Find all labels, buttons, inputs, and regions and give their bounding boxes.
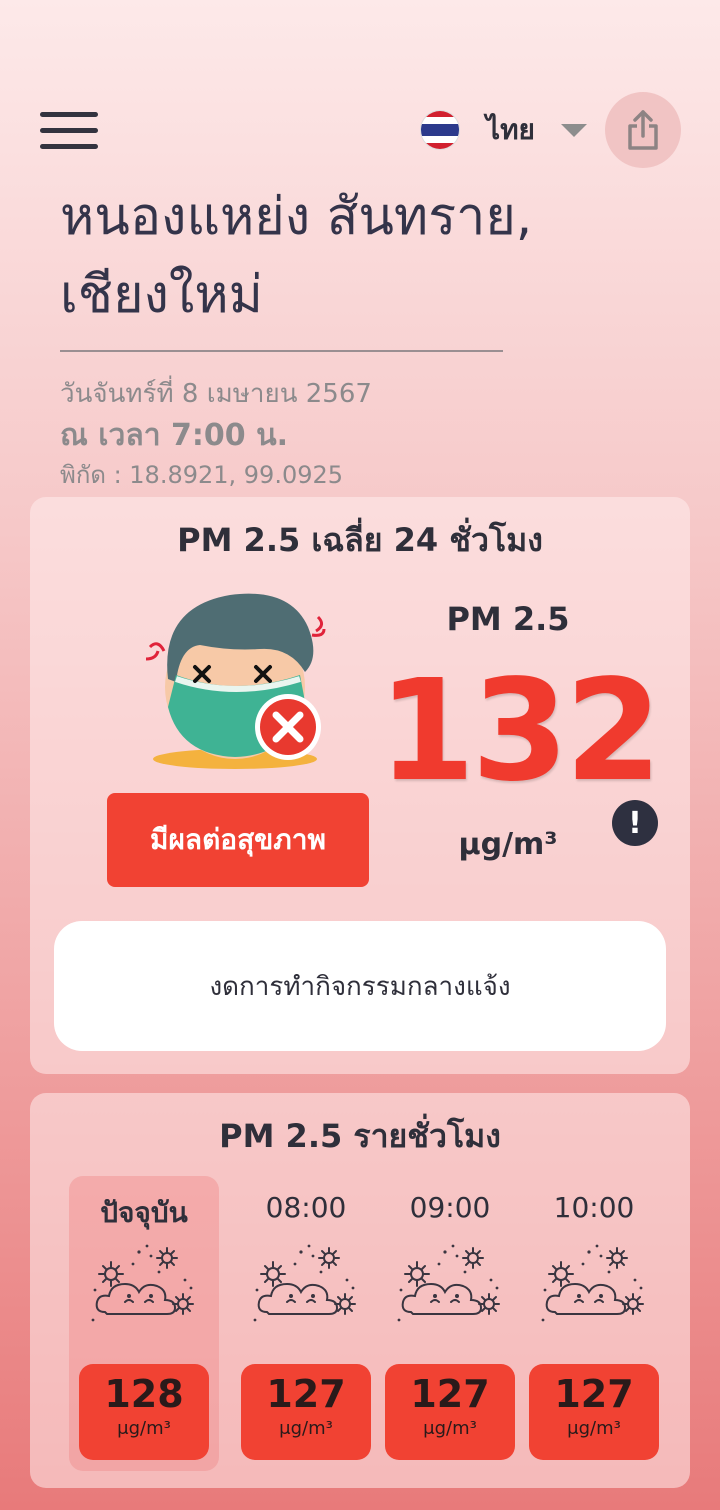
location-line-1: หนองแหย่ง สันทราย, [60, 187, 533, 247]
haze-cloud-icon [396, 1244, 500, 1323]
hour-badge: 127 μg/m³ [241, 1364, 371, 1460]
hour-badge: 127 μg/m³ [529, 1364, 659, 1460]
menu-icon[interactable] [40, 112, 98, 152]
time-text: ณ เวลา 7:00 น. [60, 418, 289, 453]
top-bar: ไทย [0, 90, 720, 170]
hour-value: 127 [410, 1372, 490, 1416]
haze-cloud-icon [252, 1244, 356, 1323]
hour-label: ปัจจุบัน [100, 1196, 188, 1229]
hour-unit: μg/m³ [423, 1418, 477, 1439]
hourly-item-current[interactable]: ปัจจุบัน 128 μg/m³ [69, 1176, 219, 1471]
hour-unit: μg/m³ [279, 1418, 333, 1439]
location-title: หนองแหย่ง สันทราย, เชียงใหม่ [60, 178, 660, 334]
advice-box: งดการทำกิจกรรมกลางแจ้ง [54, 921, 666, 1051]
haze-cloud-icon [90, 1244, 194, 1323]
language-label: ไทย [486, 113, 535, 146]
daily-pm-card: PM 2.5 เฉลี่ย 24 ชั่วโมง มีผลต่อสุขภาพ P… [30, 497, 690, 1074]
thai-flag-icon [420, 110, 460, 150]
location-line-2: เชียงใหม่ [60, 265, 263, 325]
hour-value: 128 [104, 1372, 184, 1416]
share-button[interactable] [605, 92, 681, 168]
haze-cloud-icon [540, 1244, 644, 1323]
hourly-item-0900[interactable]: 09:00 127 μg/m³ [375, 1176, 525, 1471]
share-icon [628, 110, 658, 150]
info-icon[interactable]: ! [612, 800, 658, 846]
hour-label: 10:00 [553, 1191, 635, 1224]
advice-text: งดการทำกิจกรรมกลางแจ้ง [209, 971, 511, 1002]
daily-card-title: PM 2.5 เฉลี่ย 24 ชั่วโมง [177, 521, 543, 559]
divider [60, 350, 503, 352]
date-text: วันจันทร์ที่ 8 เมษายน 2567 [60, 379, 372, 409]
hour-badge: 127 μg/m³ [385, 1364, 515, 1460]
hour-unit: μg/m³ [567, 1418, 621, 1439]
hourly-card-title: PM 2.5 รายชั่วโมง [219, 1117, 501, 1155]
hourly-item-0800[interactable]: 08:00 127 μg/m³ [231, 1176, 381, 1471]
health-status-button[interactable]: มีผลต่อสุขภาพ [107, 793, 369, 887]
hour-label: 09:00 [409, 1191, 491, 1224]
masked-face-icon [145, 593, 326, 769]
hour-badge: 128 μg/m³ [79, 1364, 209, 1460]
language-selector[interactable]: ไทย [420, 108, 587, 152]
hour-label: 08:00 [265, 1191, 347, 1224]
hour-value: 127 [266, 1372, 346, 1416]
pm-value: 132 [378, 650, 662, 813]
hourly-pm-card: PM 2.5 รายชั่วโมง ปัจจุบัน 128 μg/m³ 08:… [30, 1093, 690, 1488]
coordinates-text: พิกัด : 18.8921, 99.0925 [60, 461, 344, 489]
chevron-down-icon [560, 123, 587, 137]
pm-unit: μg/m³ [458, 827, 558, 862]
pm-label: PM 2.5 [446, 600, 570, 638]
hourly-item-1000[interactable]: 10:00 127 μg/m³ [519, 1176, 669, 1471]
hour-unit: μg/m³ [117, 1418, 171, 1439]
hour-value: 127 [554, 1372, 634, 1416]
